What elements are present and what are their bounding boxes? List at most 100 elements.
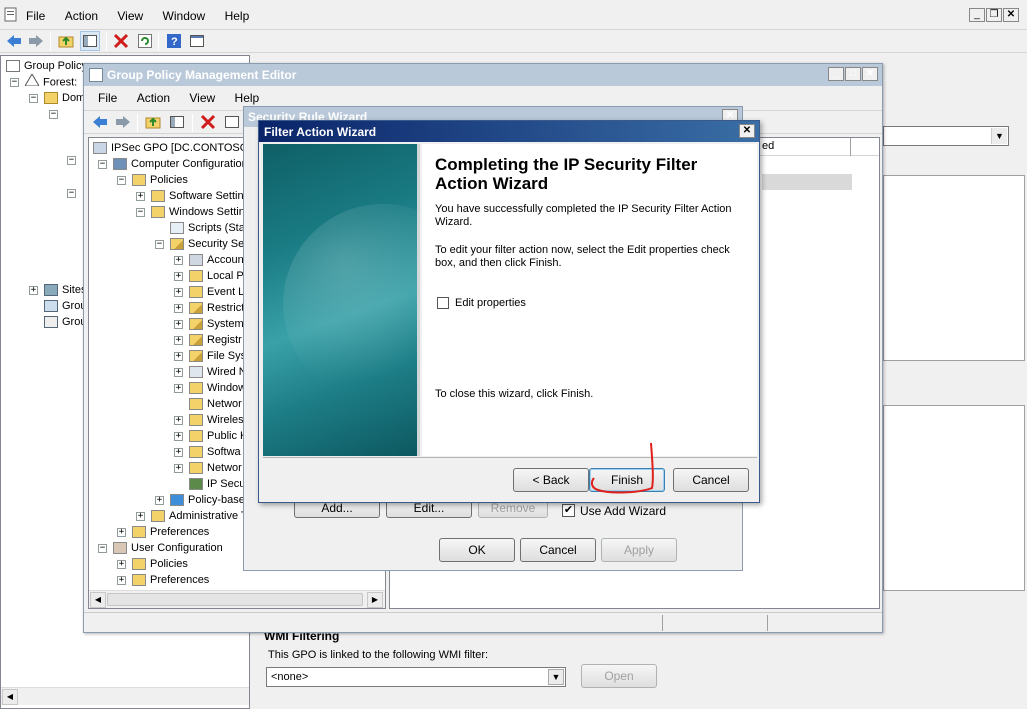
gpme-show-hide-tree-icon[interactable] bbox=[167, 112, 187, 132]
gpme-scroll-left-arrow-icon[interactable]: ◀ bbox=[90, 592, 106, 608]
gpme-tree-item[interactable]: Window bbox=[189, 380, 246, 396]
gpme-tree-item[interactable]: Policies bbox=[132, 556, 188, 572]
rule-ok-button[interactable]: OK bbox=[439, 538, 515, 562]
tree-expand-toggle[interactable]: + bbox=[117, 560, 126, 569]
tree-collapse-domain[interactable]: − bbox=[49, 110, 58, 119]
wmi-open-button[interactable]: Open bbox=[581, 664, 657, 688]
gpme-tree-item[interactable]: Wired N bbox=[189, 364, 247, 380]
tree-expand-toggle[interactable]: + bbox=[174, 464, 183, 473]
tree-expand-toggle[interactable]: + bbox=[174, 336, 183, 345]
right-dropdown[interactable]: ▼ bbox=[883, 126, 1009, 146]
tree-collapse-toggle[interactable]: − bbox=[117, 176, 126, 185]
tree-expand-toggle[interactable]: + bbox=[174, 352, 183, 361]
menu-view[interactable]: View bbox=[109, 6, 151, 26]
tree-expand-toggle[interactable]: + bbox=[155, 496, 164, 505]
menu-window[interactable]: Window bbox=[155, 6, 214, 26]
gpme-tree-item[interactable]: Policies bbox=[132, 172, 188, 188]
menu-file[interactable]: File bbox=[18, 6, 53, 26]
tree-expand-toggle[interactable]: + bbox=[174, 368, 183, 377]
tree-item-domains[interactable]: Dom bbox=[44, 90, 85, 106]
gpme-tree-item[interactable]: File Sys bbox=[189, 348, 246, 364]
gpme-menu-action[interactable]: Action bbox=[129, 88, 178, 108]
tree-expand-toggle[interactable]: + bbox=[174, 320, 183, 329]
tree-expand-toggle[interactable]: + bbox=[117, 576, 126, 585]
tree-expand-toggle[interactable]: + bbox=[174, 256, 183, 265]
tree-expand-toggle[interactable]: + bbox=[136, 192, 145, 201]
tree-expand-toggle[interactable]: + bbox=[174, 304, 183, 313]
filter-wizard-close-button[interactable]: ✕ bbox=[739, 124, 755, 138]
tree-collapse-domains[interactable]: − bbox=[29, 94, 38, 103]
main-minimize-button[interactable]: _ bbox=[969, 8, 985, 22]
gpme-delete-icon[interactable] bbox=[198, 112, 218, 132]
rule-cancel-button[interactable]: Cancel bbox=[520, 538, 596, 562]
scroll-left-arrow-icon[interactable]: ◀ bbox=[2, 689, 18, 705]
back-arrow-icon[interactable] bbox=[4, 31, 24, 51]
show-hide-tree-icon[interactable] bbox=[80, 31, 100, 51]
tree-expand-toggle[interactable]: + bbox=[174, 288, 183, 297]
tree-item-forest[interactable]: Forest: bbox=[24, 73, 77, 90]
menu-help[interactable]: Help bbox=[217, 6, 258, 26]
tree-expand-toggle[interactable]: + bbox=[117, 528, 126, 537]
edit-properties-checkbox[interactable] bbox=[437, 297, 449, 309]
main-close-button[interactable]: ✕ bbox=[1003, 8, 1019, 22]
gpme-tree-item[interactable]: Local Po bbox=[189, 268, 250, 284]
gpme-tree-item[interactable]: Softwa bbox=[189, 444, 241, 460]
gpme-tree-item[interactable]: Preferences bbox=[132, 572, 209, 588]
help-icon[interactable]: ? bbox=[164, 31, 184, 51]
tree-expand-toggle[interactable]: + bbox=[174, 416, 183, 425]
gpme-tree-item[interactable]: Networ bbox=[189, 396, 242, 412]
tree-expand-sites[interactable]: + bbox=[29, 286, 38, 295]
tree-collapse-a[interactable]: − bbox=[67, 156, 76, 165]
menu-action[interactable]: Action bbox=[57, 6, 106, 26]
gpme-tree-item[interactable]: Windows Settin bbox=[151, 204, 245, 220]
tree-collapse-toggle[interactable]: − bbox=[136, 208, 145, 217]
gpme-tree-item[interactable]: Computer Configuration bbox=[113, 156, 248, 172]
gpme-tree-item[interactable]: Wireles bbox=[189, 412, 244, 428]
gpme-maximize-button[interactable]: □ bbox=[845, 67, 861, 81]
tree-collapse-toggle[interactable]: − bbox=[98, 544, 107, 553]
tree-item-group1[interactable]: Grou bbox=[44, 298, 86, 314]
gpme-scroll-right-arrow-icon[interactable]: ▶ bbox=[367, 592, 383, 608]
gpme-back-arrow-icon[interactable] bbox=[90, 112, 110, 132]
dropdown-arrow-icon[interactable]: ▼ bbox=[991, 128, 1007, 144]
tree-expand-toggle[interactable]: + bbox=[174, 448, 183, 457]
gpme-tree-item[interactable]: Scripts (Sta bbox=[170, 220, 245, 236]
wmi-filter-select[interactable]: <none> ▼ bbox=[266, 667, 566, 687]
gpme-menu-file[interactable]: File bbox=[90, 88, 125, 108]
tree-item-group2[interactable]: Grou bbox=[44, 314, 86, 330]
wizard-cancel-button[interactable]: Cancel bbox=[673, 468, 749, 492]
gpme-menu-view[interactable]: View bbox=[181, 88, 223, 108]
refresh-icon[interactable] bbox=[135, 31, 155, 51]
tree-expand-toggle[interactable]: + bbox=[174, 432, 183, 441]
gpme-forward-arrow-icon[interactable] bbox=[113, 112, 133, 132]
gpme-tree-item[interactable]: User Configuration bbox=[113, 540, 223, 556]
tree-expand-toggle[interactable]: + bbox=[174, 384, 183, 393]
gpme-tree-item[interactable]: Event L bbox=[189, 284, 244, 300]
use-add-wizard-checkbox[interactable]: ✔ bbox=[562, 504, 575, 517]
tree-collapse-toggle[interactable]: − bbox=[98, 160, 107, 169]
gpme-tree-item[interactable]: Policy-base bbox=[170, 492, 245, 508]
gpme-tree-hscrollbar[interactable]: ◀ ▶ bbox=[89, 590, 385, 608]
forward-arrow-icon[interactable] bbox=[26, 31, 46, 51]
gpme-tree-item[interactable]: Networ bbox=[189, 460, 242, 476]
rule-apply-button[interactable]: Apply bbox=[601, 538, 677, 562]
gpme-tree-item[interactable]: Public K bbox=[189, 428, 247, 444]
tree-collapse-forest[interactable]: − bbox=[10, 78, 19, 87]
gpme-properties-icon[interactable] bbox=[222, 112, 242, 132]
gpme-tree-item[interactable]: IP Secu bbox=[189, 476, 245, 492]
properties-icon[interactable] bbox=[187, 31, 207, 51]
gpme-tree-item[interactable]: Accoun bbox=[189, 252, 244, 268]
main-restore-button[interactable]: ❐ bbox=[986, 8, 1002, 22]
gpme-tree-item[interactable]: Security Se bbox=[170, 236, 244, 252]
back-button[interactable]: < Back bbox=[513, 468, 589, 492]
gpme-tree-item[interactable]: Preferences bbox=[132, 524, 209, 540]
delete-icon[interactable] bbox=[111, 31, 131, 51]
main-tree-hscrollbar[interactable]: ◀ bbox=[1, 687, 249, 705]
tree-item-sites[interactable]: Sites bbox=[44, 282, 86, 298]
tree-item-root[interactable]: Group Policy bbox=[6, 58, 87, 74]
gpme-selected-row[interactable] bbox=[762, 174, 852, 190]
up-folder-icon[interactable] bbox=[56, 31, 76, 51]
gpme-menu-help[interactable]: Help bbox=[227, 88, 268, 108]
tree-collapse-toggle[interactable]: − bbox=[155, 240, 164, 249]
tree-expand-toggle[interactable]: + bbox=[174, 272, 183, 281]
